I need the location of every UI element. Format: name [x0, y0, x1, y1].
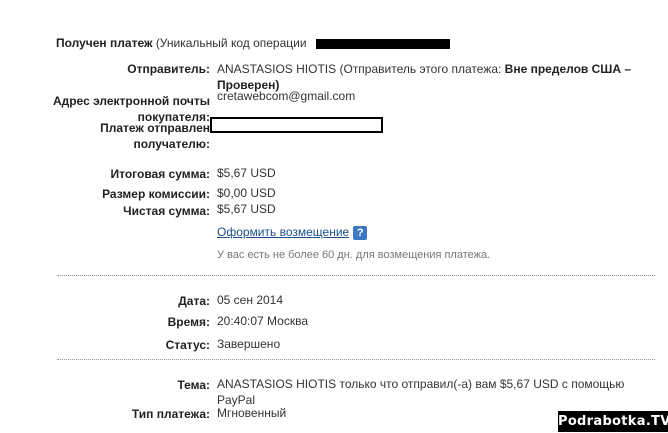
subject-line1: ANASTASIOS HIOTIS только что отправил(-а…	[217, 377, 625, 391]
refund-note: У вас есть не более 60 дн. для возмещени…	[217, 249, 491, 261]
header-received: Получен платеж	[56, 36, 153, 50]
email-value: cretawebcom@gmail.com	[217, 89, 356, 103]
header-unique-code: (Уникальный код операции	[155, 36, 307, 50]
status-value: Завершено	[217, 337, 281, 351]
watermark: Podrabotka.TV	[558, 411, 668, 432]
sent-to-label: Платеж отправлен получателю:	[40, 120, 210, 152]
status-label: Статус:	[165, 338, 210, 352]
total-value: $5,67 USD	[217, 166, 276, 180]
date-value: 05 сен 2014	[217, 293, 284, 307]
divider-2	[57, 359, 655, 360]
sender-note: (Отправитель этого платежа:	[339, 62, 502, 76]
sender-status-1: Вне пределов США –	[504, 62, 632, 76]
net-label: Чистая сумма:	[123, 204, 210, 218]
refund-link[interactable]: Оформить возмещение	[217, 225, 349, 239]
page-header: Получен платеж (Уникальный код операции	[56, 35, 307, 51]
sender-name: ANASTASIOS HIOTIS	[217, 62, 337, 76]
divider-1	[57, 275, 655, 276]
fee-label: Размер комиссии:	[102, 187, 210, 201]
sender-label: Отправитель:	[127, 62, 210, 76]
time-value: 20:40:07 Москва	[217, 314, 309, 328]
fee-value: $0,00 USD	[217, 186, 276, 200]
payment-type-value: Мгновенный	[217, 406, 287, 420]
sent-to-label-line1: Платеж отправлен	[100, 121, 210, 135]
sent-to-label-line2: получателю:	[133, 137, 210, 151]
help-icon[interactable]: ?	[353, 225, 368, 240]
refund-row: Оформить возмещение?	[217, 224, 368, 240]
total-label: Итоговая сумма:	[110, 167, 210, 181]
time-label: Время:	[167, 315, 210, 329]
email-label-line1: Адрес электронной почты	[52, 94, 210, 108]
subject-value: ANASTASIOS HIOTIS только что отправил(-а…	[217, 376, 637, 408]
net-value: $5,67 USD	[217, 202, 276, 216]
payment-type-label: Тип платежа:	[131, 407, 210, 421]
date-label: Дата:	[178, 294, 210, 308]
redacted-operation-code	[316, 39, 450, 49]
subject-label: Тема:	[177, 378, 210, 392]
redacted-recipient	[210, 117, 383, 133]
